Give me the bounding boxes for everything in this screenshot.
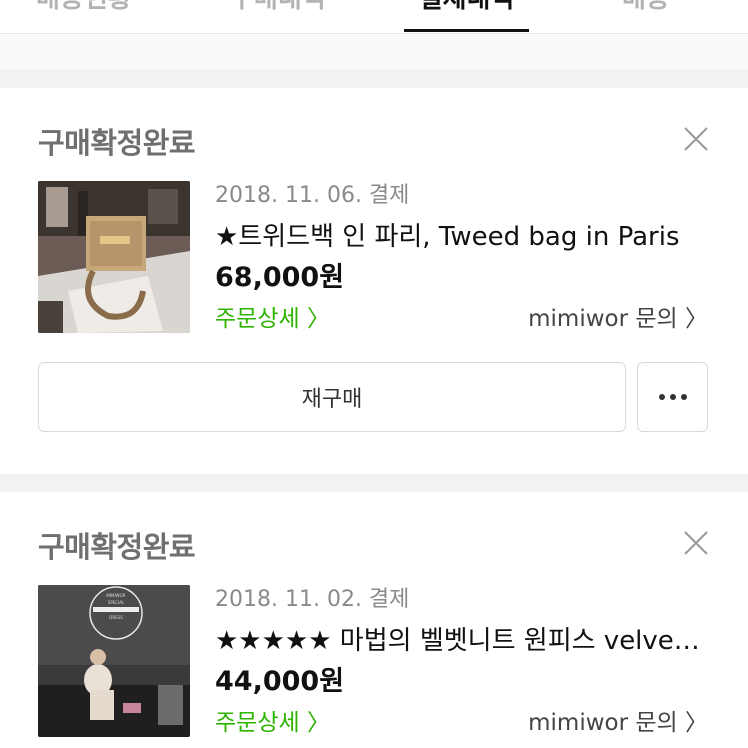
order-status: 구매확정완료 (38, 126, 196, 160)
more-options-button[interactable] (637, 362, 708, 432)
seller-inquiry-link[interactable]: mimiwor 문의 〉 (528, 299, 708, 333)
rebuy-button-label: 재구매 (301, 387, 363, 412)
rebuy-button[interactable]: 재구매 (38, 362, 626, 432)
tab-3-active[interactable]: 결제내역 (404, 0, 529, 18)
tab-4[interactable]: 배송 (622, 0, 670, 18)
svg-text:MIMIWOR: MIMIWOR (106, 593, 125, 598)
close-icon[interactable] (682, 529, 710, 557)
tab-2[interactable]: 구매내역 (230, 0, 326, 18)
product-title[interactable]: ★트위드백 인 파리, Tweed bag in Paris (215, 216, 705, 253)
order-detail-link[interactable]: 주문상세 〉 (215, 299, 330, 333)
seller-inquiry-link[interactable]: mimiwor 문의 〉 (528, 703, 708, 737)
close-icon[interactable] (682, 125, 710, 153)
svg-text:SPECIAL: SPECIAL (108, 600, 125, 605)
product-price: 44,000원 (215, 666, 345, 697)
order-detail-link[interactable]: 주문상세 〉 (215, 703, 330, 737)
tab-1[interactable]: 배송현황 (36, 0, 132, 18)
order-date: 2018. 11. 06. 결제 (215, 183, 410, 208)
section-gap-shade (0, 70, 748, 88)
active-tab-indicator (404, 29, 529, 32)
product-title[interactable]: ★★★★★ 마법의 벨벳니트 원피스 velvet knit dress (215, 620, 705, 657)
section-gap (0, 474, 748, 492)
product-thumbnail[interactable]: MIMIWOR SPECIAL DRESS (38, 585, 190, 737)
product-price: 68,000원 (215, 262, 345, 293)
svg-text:DRESS: DRESS (109, 615, 123, 620)
product-thumbnail[interactable] (38, 181, 190, 333)
more-dots-icon (658, 394, 687, 400)
order-status: 구매확정완료 (38, 530, 196, 564)
order-card: 구매확정완료 MIMIWOR SPECIAL DRESS 2018. 11. 0… (0, 492, 748, 748)
order-date: 2018. 11. 02. 결제 (215, 587, 410, 612)
order-card: 구매확정완료 2018. 11. 06. 결제 ★트위드백 인 파리, Twee… (0, 88, 748, 474)
tab-bar: 배송현황 구매내역 결제내역 배송 (0, 0, 748, 34)
